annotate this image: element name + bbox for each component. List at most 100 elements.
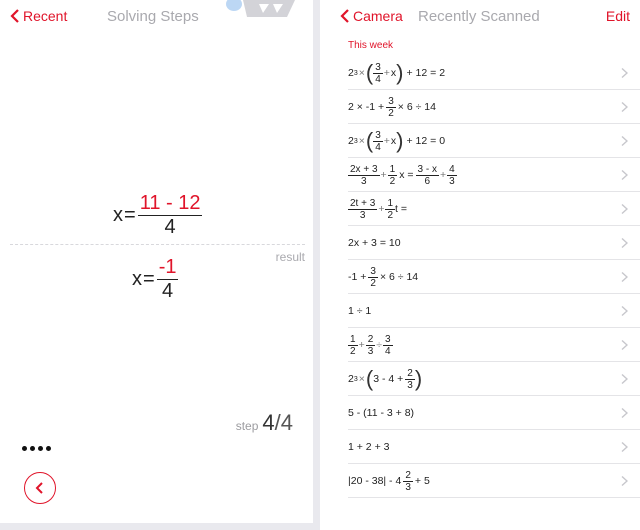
operator: + bbox=[440, 169, 447, 181]
fraction: 12 bbox=[385, 197, 396, 221]
expression-mid: x = bbox=[399, 169, 414, 181]
expression-head: -1 + bbox=[348, 271, 367, 283]
numerator: 1 bbox=[389, 163, 396, 175]
denominator: 3 bbox=[405, 378, 415, 391]
fraction: 43 bbox=[447, 164, 457, 187]
denominator: 4 bbox=[373, 72, 383, 85]
expression-tail: × 6 ÷ 14 bbox=[397, 101, 436, 113]
denominator: 4 bbox=[383, 344, 393, 357]
result-denominator: 4 bbox=[156, 279, 179, 303]
section-header: This week bbox=[348, 40, 394, 51]
chevron-right-icon bbox=[621, 373, 628, 385]
result-fraction: -1 4 bbox=[156, 256, 179, 303]
expression-tail: t = bbox=[395, 203, 407, 215]
list-item[interactable]: 12 + 23 ÷ 34 bbox=[320, 328, 640, 362]
chevron-right-icon bbox=[621, 203, 628, 215]
list-item[interactable]: |20 - 38| - 4 23 + 5 bbox=[320, 464, 640, 498]
denominator: 3 bbox=[365, 344, 376, 357]
chevron-right-icon bbox=[621, 237, 628, 249]
numerator: 3 - x bbox=[417, 163, 437, 175]
result-variable: x bbox=[132, 268, 142, 290]
equation-equals: = bbox=[124, 204, 136, 226]
result-equation: x = -1 4 bbox=[132, 256, 179, 303]
list-item[interactable]: 1 ÷ 1 bbox=[320, 294, 640, 328]
denominator: 6 bbox=[415, 174, 439, 187]
chevron-right-icon bbox=[621, 67, 628, 79]
fraction-denominator: 4 bbox=[137, 215, 203, 239]
chevron-left-icon bbox=[340, 9, 349, 23]
paren-close: ) bbox=[396, 128, 404, 153]
list-item[interactable]: 23 × ( 34 + x ) + 12 = 2 bbox=[320, 56, 640, 90]
fraction-numerator: 11 - 12 bbox=[139, 192, 201, 214]
step-current: 4 bbox=[262, 410, 275, 435]
list-item[interactable]: 2x + 3 = 10 bbox=[320, 226, 640, 260]
exponent: 3 bbox=[353, 69, 358, 77]
chevron-left-icon bbox=[10, 9, 19, 23]
app-logo-icon bbox=[226, 0, 295, 17]
operator: + bbox=[380, 169, 387, 181]
denominator: 2 bbox=[387, 174, 398, 187]
numerator: 3 bbox=[385, 333, 391, 345]
list-item[interactable]: 2t + 33 + 12 t = bbox=[320, 192, 640, 226]
edit-button[interactable]: Edit bbox=[606, 8, 630, 24]
numerator: 2 bbox=[407, 367, 413, 379]
paren-close: ) bbox=[396, 60, 404, 85]
denominator: 3 bbox=[348, 208, 378, 221]
chevron-right-icon bbox=[621, 271, 628, 283]
more-dots-icon[interactable] bbox=[22, 446, 51, 451]
page-title: Solving Steps bbox=[107, 8, 199, 25]
expression-tail: × 6 ÷ 14 bbox=[379, 271, 419, 283]
step-indicator: step 4/4 bbox=[236, 410, 293, 436]
chevron-right-icon bbox=[621, 135, 628, 147]
camera-back-button[interactable]: Camera bbox=[340, 8, 403, 24]
equation-fraction: 11 - 12 4 bbox=[137, 192, 203, 239]
expression-tail: + 12 = 2 bbox=[406, 67, 446, 79]
numerator: 2 bbox=[405, 469, 411, 481]
chevron-right-icon bbox=[621, 441, 628, 453]
numerator: 2t + 3 bbox=[350, 197, 376, 209]
exponent: 3 bbox=[353, 375, 358, 383]
fraction: 32 bbox=[368, 266, 378, 289]
recently-scanned-screen: Camera Recently Scanned Edit This week 2… bbox=[320, 0, 640, 530]
expression-head: 2 × -1 + bbox=[348, 101, 385, 113]
operator: × bbox=[358, 135, 365, 147]
list-item[interactable]: 1 + 2 + 3 bbox=[320, 430, 640, 464]
list-item[interactable]: -1 + 32 × 6 ÷ 14 bbox=[320, 260, 640, 294]
numerator: 2x + 3 bbox=[350, 163, 378, 175]
chevron-right-icon bbox=[621, 407, 628, 419]
list-item[interactable]: 23 × ( 3 - 4 + 23 ) bbox=[320, 362, 640, 396]
equation-variable: x bbox=[113, 204, 123, 226]
operator: × bbox=[358, 373, 365, 385]
numerator: 1 bbox=[387, 197, 394, 209]
numerator: 3 bbox=[375, 129, 381, 141]
result-divider bbox=[10, 244, 305, 245]
fraction: 2x + 33 bbox=[348, 164, 380, 187]
fraction: 12 bbox=[387, 163, 398, 187]
expression-tail: + 12 = 0 bbox=[406, 135, 446, 147]
back-circle-button[interactable] bbox=[24, 472, 56, 504]
expression: 5 - (11 - 3 + 8) bbox=[348, 407, 415, 419]
back-label: Recent bbox=[23, 8, 68, 24]
current-step-equation: x = 11 - 12 4 bbox=[113, 192, 203, 239]
denominator: 2 bbox=[385, 208, 396, 221]
fraction: 23 bbox=[365, 333, 376, 357]
denominator: 2 bbox=[368, 276, 378, 289]
numerator: 1 bbox=[350, 333, 356, 345]
paren-open: ( bbox=[365, 60, 374, 85]
chevron-right-icon bbox=[621, 169, 628, 181]
list-item[interactable]: 2 × -1 + 32 × 6 ÷ 14 bbox=[320, 90, 640, 124]
list-item[interactable]: 23 × ( 34 + x ) + 12 = 0 bbox=[320, 124, 640, 158]
fraction: 34 bbox=[383, 334, 393, 357]
list-item[interactable]: 5 - (11 - 3 + 8) bbox=[320, 396, 640, 430]
result-label: result bbox=[275, 250, 305, 264]
denominator: 2 bbox=[386, 106, 396, 119]
expression: 1 + 2 + 3 bbox=[348, 441, 390, 453]
page-title: Recently Scanned bbox=[418, 8, 540, 25]
numerator: 3 bbox=[370, 265, 376, 277]
exponent: 3 bbox=[353, 137, 358, 145]
numerator: 2 bbox=[367, 333, 374, 345]
recent-back-button[interactable]: Recent bbox=[10, 8, 67, 24]
fraction: 34 bbox=[373, 130, 383, 153]
expression: 2x + 3 = 10 bbox=[348, 237, 401, 249]
list-item[interactable]: 2x + 33 + 12 x = 3 - x6 + 43 bbox=[320, 158, 640, 192]
